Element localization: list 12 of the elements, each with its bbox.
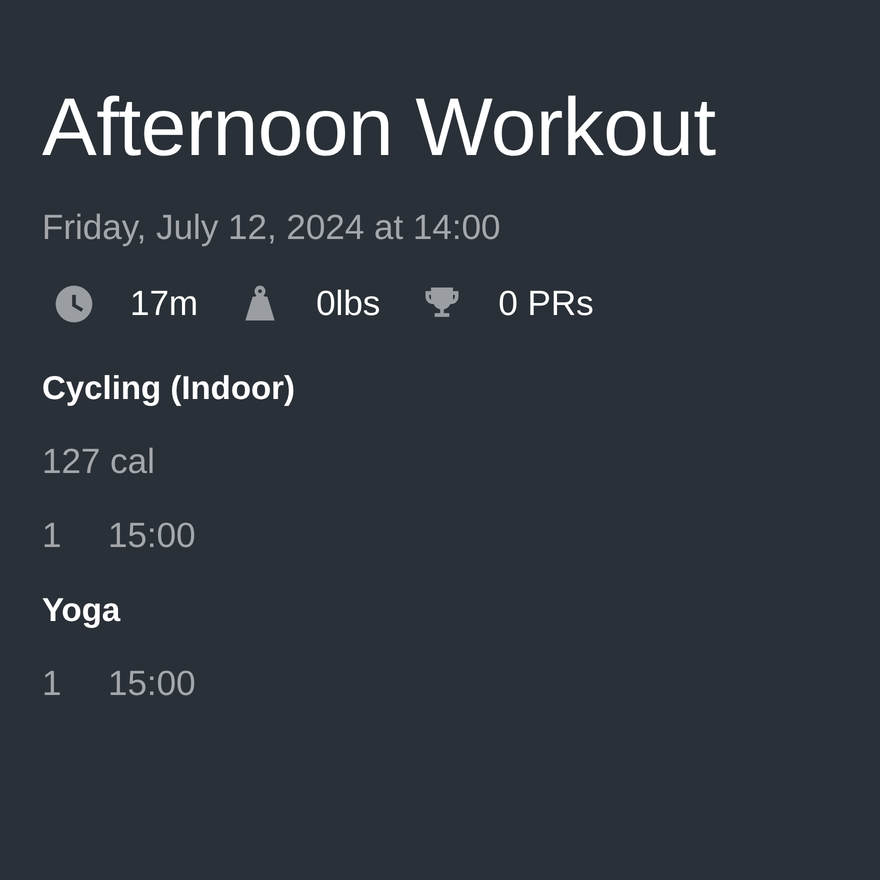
exercise-summary: 127 cal (42, 441, 156, 483)
stat-value: 0lbs (316, 284, 380, 324)
set-time: 15:00 (108, 663, 196, 705)
exercise-name: Cycling (Indoor) (42, 368, 296, 408)
set-number: 1 (42, 515, 62, 557)
exercise-name: Yoga (42, 590, 122, 630)
set-number: 1 (42, 663, 62, 705)
workout-date: Friday, July 12, 2024 at 14:00 (42, 207, 502, 249)
set-time: 15:00 (108, 515, 196, 557)
stat-value: 0 PRs (498, 284, 594, 324)
stat-value: 17m (130, 284, 198, 324)
workout-title: Afternoon Workout (42, 81, 717, 175)
